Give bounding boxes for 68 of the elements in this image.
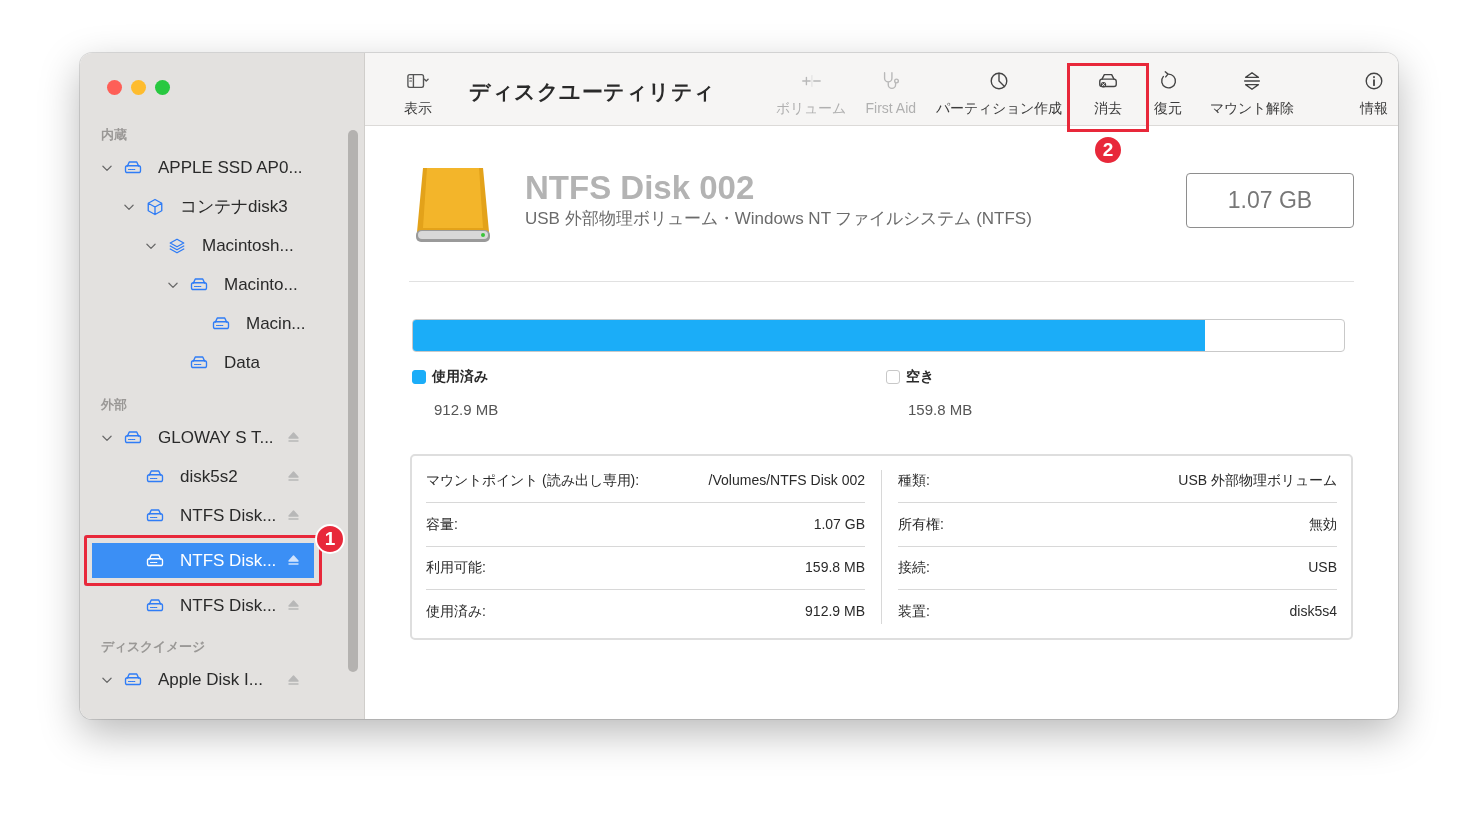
info-value: 1.07 GB [813, 514, 865, 534]
window-title: ディスクユーティリティ [469, 79, 716, 105]
info-label: 容量: [426, 514, 458, 534]
sidebar-item[interactable]: disk5s2 [92, 457, 314, 496]
sidebar-item[interactable]: コンテナdisk3 [92, 187, 314, 227]
sidebar-item[interactable]: NTFS Disk... [92, 496, 314, 535]
info-label: 装置: [898, 602, 930, 622]
info-value: 912.9 MB [805, 602, 865, 622]
item-label: Apple Disk I... [158, 669, 264, 692]
sidebar-item[interactable]: Macin... [92, 304, 314, 344]
item-label: NTFS Disk... [180, 549, 278, 572]
item-label: Macintosh... [202, 235, 295, 258]
item-label: NTFS Disk... [180, 504, 278, 527]
eject-icon [287, 432, 300, 443]
size-box: 1.07 GB [1186, 173, 1354, 228]
sidebar-item[interactable]: APPLE SSD AP0... [92, 148, 314, 188]
info-value: USB 外部物理ボリューム [1178, 471, 1337, 491]
eject-icon [287, 471, 300, 482]
sidebar-item[interactable]: Apple Disk I... [92, 660, 314, 700]
item-label: Macin... [246, 313, 307, 336]
callout-badge: 2 [1093, 135, 1123, 165]
view-button[interactable]: 表示 [395, 70, 441, 119]
info-value: disk5s4 [1289, 602, 1337, 622]
info-label: 所有権: [898, 514, 944, 534]
info-label: 使用済み: [426, 602, 486, 622]
toolbar-button[interactable]: 復元 [1148, 70, 1189, 119]
close-button[interactable] [107, 80, 122, 95]
legend-value: 159.8 MB [908, 400, 974, 420]
sidebar-item[interactable]: GLOWAY S T... [92, 418, 314, 457]
sidebar-item[interactable]: Macintosh... [92, 226, 314, 266]
item-label: コンテナdisk3 [180, 196, 289, 219]
item-label: disk5s2 [180, 465, 239, 488]
sidebar-item[interactable]: NTFS Disk... [92, 586, 314, 625]
info-label: 利用可能: [426, 558, 486, 578]
toolbar-button[interactable]: マウント解除 [1204, 70, 1301, 119]
legend-label: 空き [906, 367, 934, 386]
callout-badge: 1 [315, 524, 345, 554]
sidebar-item[interactable]: Macinto... [92, 265, 314, 305]
info-value: USB [1308, 558, 1337, 578]
volume-subtitle: USB 外部物理ボリューム・Windows NT ファイルシステム (NTFS) [525, 208, 1032, 231]
item-label: Data [224, 352, 261, 375]
info-value: /Volumes/NTFS Disk 002 [708, 471, 865, 491]
eject-icon [287, 555, 300, 566]
toolbar-button[interactable]: パーティション作成 [930, 70, 1069, 119]
section-title: 内蔵 [100, 126, 128, 144]
info-label: 接続: [898, 558, 930, 578]
info-label: 種類: [898, 471, 930, 491]
minimize-button[interactable] [131, 80, 146, 95]
legend-label: 使用済み [432, 367, 488, 386]
eject-icon [287, 600, 300, 611]
legend-value: 912.9 MB [434, 400, 500, 420]
zoom-button[interactable] [155, 80, 170, 95]
item-label: GLOWAY S T... [158, 426, 275, 449]
item-label: APPLE SSD AP0... [158, 157, 304, 180]
info-value: 無効 [1309, 514, 1337, 534]
item-label: Macinto... [224, 274, 299, 297]
sidebar-item[interactable]: Data [92, 343, 314, 383]
eject-icon [287, 674, 300, 686]
toolbar-button[interactable]: 情報 [1354, 70, 1395, 119]
section-title: ディスクイメージ [100, 638, 206, 656]
toolbar-button[interactable]: 消去 [1074, 70, 1143, 125]
info-value: 159.8 MB [805, 558, 865, 578]
info-label: マウントポイント (読み出し専用): [426, 471, 640, 491]
eject-icon [287, 510, 300, 521]
volume-name: NTFS Disk 002 [525, 170, 756, 207]
scrollbar[interactable] [348, 130, 358, 672]
section-title: 外部 [100, 395, 128, 414]
item-label: NTFS Disk... [180, 594, 278, 617]
